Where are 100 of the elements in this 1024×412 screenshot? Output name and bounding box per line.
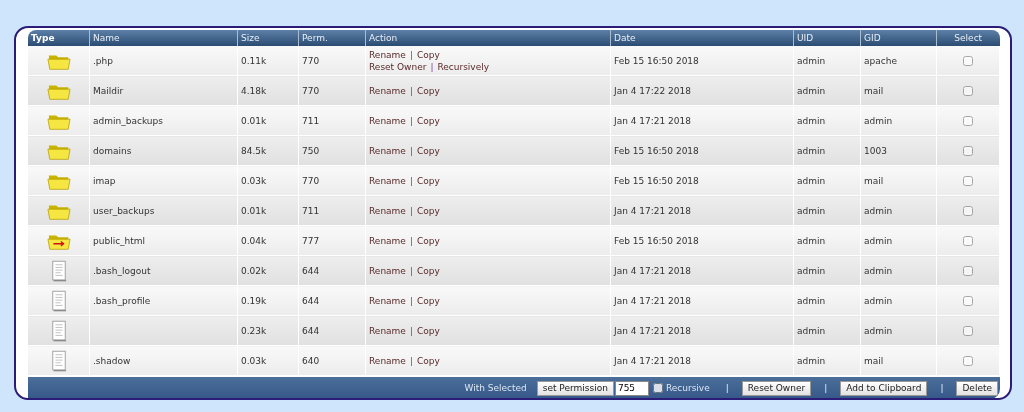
action-link[interactable]: Rename <box>369 85 406 96</box>
separator: | <box>409 115 413 126</box>
uid: admin <box>797 205 826 216</box>
date: Jan 4 17:21 2018 <box>614 205 692 216</box>
action-link[interactable]: Rename <box>369 325 406 336</box>
document-icon <box>50 289 67 312</box>
action-link[interactable]: Reset Owner <box>369 61 427 72</box>
file-name[interactable]: .bash_logout <box>93 265 151 276</box>
action-link[interactable]: Copy <box>416 115 440 126</box>
separator: | <box>409 325 413 336</box>
permission-field[interactable]: 755 <box>614 380 649 396</box>
uid: admin <box>797 355 826 366</box>
permission: 711 <box>302 115 320 126</box>
file-name[interactable]: imap <box>93 175 116 186</box>
separator: | <box>725 383 729 393</box>
permission: 644 <box>302 325 320 336</box>
file-name[interactable]: .shadow <box>93 355 131 366</box>
separator: | <box>409 85 413 96</box>
column-header: GID <box>860 30 937 46</box>
recursive-checkbox[interactable] <box>652 383 663 393</box>
separator: | <box>940 383 944 393</box>
file-name[interactable]: public_html <box>93 235 146 246</box>
permission: 711 <box>302 205 320 216</box>
gid: admin <box>864 115 893 126</box>
action-button[interactable]: Delete <box>956 380 998 396</box>
file-size: 0.02k <box>241 265 267 276</box>
column-header: Date <box>610 30 794 46</box>
action-button[interactable]: Add to Clipboard <box>840 380 928 396</box>
action-link[interactable]: Rename <box>369 175 406 186</box>
column-header: UID <box>793 30 861 46</box>
uid: admin <box>797 325 826 336</box>
permission: 777 <box>302 235 320 246</box>
select-checkbox[interactable] <box>963 115 973 126</box>
date: Jan 4 17:21 2018 <box>614 355 692 366</box>
gid: apache <box>864 55 897 66</box>
file-size: 0.11k <box>241 55 267 66</box>
action-link[interactable]: Copy <box>416 325 440 336</box>
separator: | <box>409 145 413 156</box>
action-link[interactable]: Copy <box>416 145 440 156</box>
date: Feb 15 16:50 2018 <box>614 175 699 186</box>
action-link[interactable]: Rename <box>369 235 406 246</box>
action-link[interactable]: Rename <box>369 115 406 126</box>
permission: 644 <box>302 265 320 276</box>
gid: admin <box>864 325 893 336</box>
file-name[interactable]: admin_backups <box>93 115 163 126</box>
select-checkbox[interactable] <box>963 85 973 96</box>
date: Jan 4 17:21 2018 <box>614 325 692 336</box>
action-link[interactable]: Recursively <box>437 61 490 72</box>
document-icon <box>50 349 67 372</box>
action-link[interactable]: Rename <box>369 295 406 306</box>
select-checkbox[interactable] <box>963 55 973 66</box>
file-size: 0.04k <box>241 235 267 246</box>
action-link[interactable]: Copy <box>416 265 440 276</box>
file-name[interactable]: .php <box>93 55 113 66</box>
gid: admin <box>864 295 893 306</box>
date: Jan 4 17:22 2018 <box>614 85 692 96</box>
gid: mail <box>864 85 884 96</box>
action-button[interactable]: set Permission <box>536 380 614 396</box>
document-icon <box>50 259 67 282</box>
action-link[interactable]: Rename <box>369 355 406 366</box>
select-checkbox[interactable] <box>963 265 973 276</box>
action-link[interactable]: Copy <box>416 49 440 60</box>
action-link[interactable]: Copy <box>416 235 440 246</box>
action-link[interactable]: Copy <box>416 355 440 366</box>
file-name[interactable]: user_backups <box>93 205 155 216</box>
action-link[interactable]: Rename <box>369 265 406 276</box>
action-link[interactable]: Rename <box>369 145 406 156</box>
action-link[interactable]: Copy <box>416 175 440 186</box>
action-link[interactable]: Rename <box>369 205 406 216</box>
separator: | <box>409 235 413 246</box>
file-size: 84.5k <box>241 145 267 156</box>
date: Feb 15 16:50 2018 <box>614 145 699 156</box>
file-size: 4.18k <box>241 85 267 96</box>
uid: admin <box>797 145 826 156</box>
select-checkbox[interactable] <box>963 175 973 186</box>
permission: 770 <box>302 55 320 66</box>
separator: | <box>409 265 413 276</box>
file-name[interactable]: .bash_profile <box>93 295 151 306</box>
action-link[interactable]: Copy <box>416 85 440 96</box>
action-button[interactable]: Reset Owner <box>741 380 812 396</box>
select-checkbox[interactable] <box>963 235 973 246</box>
action-link[interactable]: Copy <box>416 205 440 216</box>
select-checkbox[interactable] <box>963 355 973 366</box>
select-checkbox[interactable] <box>963 295 973 306</box>
file-name[interactable]: Maildir <box>93 85 124 96</box>
action-link[interactable]: Copy <box>416 295 440 306</box>
gid: admin <box>864 205 893 216</box>
uid: admin <box>797 55 826 66</box>
uid: admin <box>797 85 826 96</box>
separator: | <box>409 205 413 216</box>
column-header: Action <box>365 30 611 46</box>
date: Jan 4 17:21 2018 <box>614 295 692 306</box>
select-checkbox[interactable] <box>963 325 973 336</box>
permission: 770 <box>302 85 320 96</box>
action-link[interactable]: Rename <box>369 49 406 60</box>
file-name[interactable]: domains <box>93 145 132 156</box>
uid: admin <box>797 175 826 186</box>
select-checkbox[interactable] <box>963 145 973 156</box>
select-checkbox[interactable] <box>963 205 973 216</box>
uid: admin <box>797 235 826 246</box>
